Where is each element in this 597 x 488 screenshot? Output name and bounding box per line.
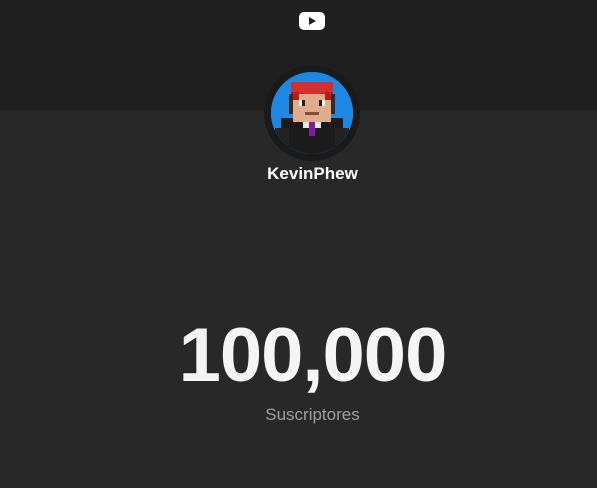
subscriber-counter-page: KevinPhew 100,000 Suscriptores [0, 0, 597, 488]
subscriber-label: Suscriptores [265, 405, 360, 424]
minecraft-skin-avatar-icon [271, 72, 353, 154]
subscriber-count: 100,000 [178, 313, 448, 398]
youtube-play-icon[interactable] [299, 12, 325, 30]
avatar[interactable] [271, 72, 353, 154]
channel-name[interactable]: KevinPhew [0, 164, 597, 184]
